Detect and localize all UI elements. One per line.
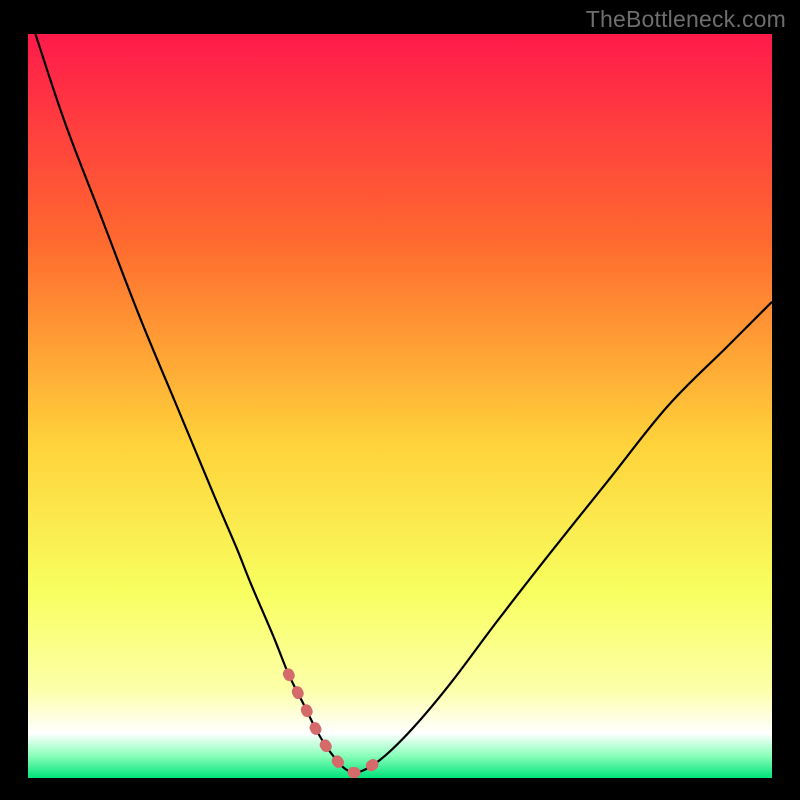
chart-svg bbox=[28, 34, 772, 778]
watermark-text: TheBottleneck.com bbox=[586, 6, 786, 33]
gradient-background bbox=[28, 34, 772, 778]
plot-area bbox=[28, 34, 772, 778]
chart-frame: TheBottleneck.com bbox=[0, 0, 800, 800]
